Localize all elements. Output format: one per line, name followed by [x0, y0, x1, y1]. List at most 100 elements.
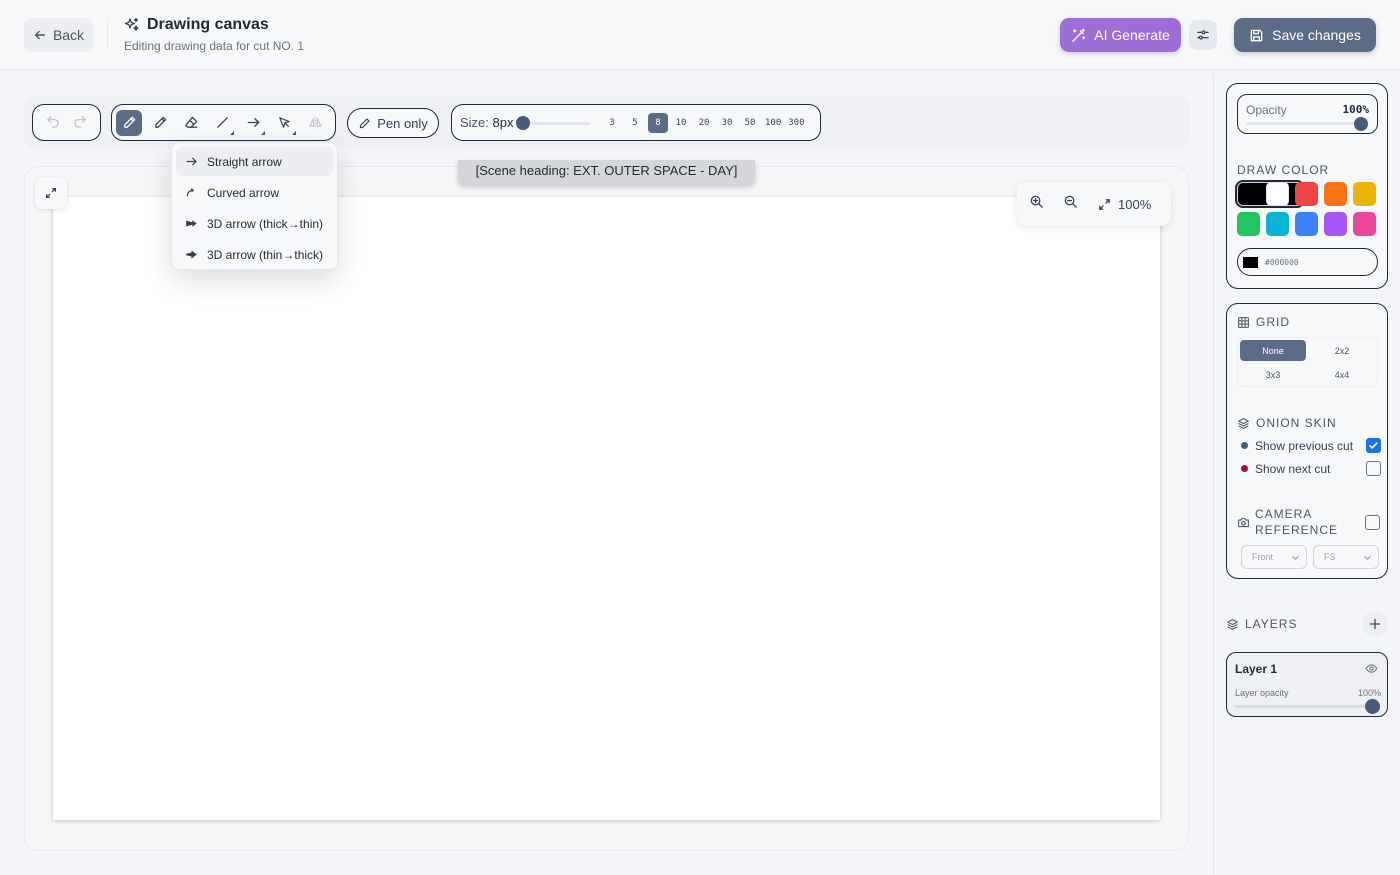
ai-generate-button[interactable]: AI Generate — [1060, 18, 1181, 52]
camera-reference-label: CAMERA REFERENCE — [1255, 507, 1339, 537]
opacity-control: Opacity 100% — [1237, 94, 1378, 134]
add-layer-button[interactable] — [1362, 611, 1388, 637]
lasso-select-tool[interactable] — [271, 110, 297, 136]
eraser-tool[interactable] — [178, 110, 204, 136]
undo-button[interactable] — [46, 113, 61, 133]
opacity-slider-track[interactable] — [1246, 122, 1368, 125]
pen-icon — [123, 116, 135, 128]
size-preset-3[interactable]: 3 — [602, 113, 622, 133]
flip-horizontal-icon — [308, 116, 322, 129]
color-preview — [1243, 256, 1258, 268]
save-changes-label: Save changes — [1272, 27, 1361, 43]
color-swatch[interactable] — [1324, 212, 1347, 236]
color-swatch[interactable] — [1266, 182, 1289, 206]
size-preset-50[interactable]: 50 — [740, 113, 760, 133]
pencil-icon — [154, 116, 166, 128]
hex-value: #000000 — [1265, 257, 1299, 267]
save-icon — [1250, 29, 1263, 41]
show-next-cut-row[interactable]: Show next cut — [1241, 461, 1381, 476]
show-next-cut-checkbox[interactable] — [1366, 461, 1381, 476]
color-swatch[interactable] — [1295, 182, 1318, 206]
back-button[interactable]: Back — [24, 18, 93, 52]
layer-item[interactable]: Layer 1 Layer opacity 100% — [1226, 652, 1388, 717]
eye-icon[interactable] — [1365, 662, 1378, 675]
onion-skin-header: ONION SKIN — [1237, 416, 1337, 430]
submenu-corner-icon — [261, 130, 265, 135]
brush-settings-panel: Opacity 100% DRAW COLOR #000000 — [1226, 83, 1388, 289]
color-swatch[interactable] — [1237, 212, 1260, 236]
size-slider-knob[interactable] — [516, 115, 530, 130]
size-preset-20[interactable]: 20 — [694, 113, 714, 133]
menu-item-label: Straight arrow — [207, 154, 282, 169]
zoom-in-button[interactable] — [1029, 194, 1044, 214]
camera-select-row: Front FS — [1241, 545, 1379, 569]
color-swatch[interactable] — [1353, 182, 1376, 206]
size-prefix: Size: — [460, 115, 489, 130]
size-slider[interactable] — [516, 115, 590, 130]
size-preset-8[interactable]: 8 — [648, 112, 668, 133]
grid-option-2x2[interactable]: 2x2 — [1309, 340, 1375, 361]
pen-icon — [360, 117, 370, 128]
expand-icon — [46, 188, 56, 198]
camera-angle-select[interactable]: Front — [1241, 545, 1307, 569]
pencil-tool[interactable] — [147, 110, 173, 136]
arrow-right-icon — [186, 157, 197, 166]
brush-size-group: Size: 8px 3 5 8 10 20 30 50 100 300 — [451, 104, 821, 141]
zoom-level: 100% — [1118, 196, 1152, 212]
canvas-options-panel: GRID None 2x2 3x3 4x4 ONION SKIN Show previ… — [1226, 303, 1388, 579]
hex-color-input[interactable]: #000000 — [1237, 248, 1378, 276]
menu-item-3d-arrow-thin-thick[interactable]: 3D arrow (thin→thick) — [176, 240, 333, 269]
sliders-icon — [1197, 30, 1209, 40]
color-swatch[interactable] — [1353, 212, 1376, 236]
fit-screen-icon — [1099, 198, 1110, 210]
grid-option-3x3[interactable]: 3x3 — [1240, 364, 1306, 385]
menu-item-curved-arrow[interactable]: Curved arrow — [176, 178, 333, 207]
flip-tool[interactable] — [302, 110, 328, 136]
zoom-reset-button[interactable]: 100% — [1097, 197, 1151, 212]
redo-button[interactable] — [72, 113, 87, 133]
layer-opacity-track[interactable] — [1235, 705, 1375, 708]
color-swatch[interactable] — [1295, 212, 1318, 236]
opacity-label: Opacity — [1246, 103, 1287, 117]
settings-button[interactable] — [1189, 20, 1217, 50]
sparkles-icon — [124, 17, 139, 32]
fullscreen-button[interactable] — [35, 177, 67, 209]
camera-reference-checkbox[interactable] — [1365, 514, 1380, 530]
menu-item-label: Curved arrow — [207, 185, 280, 200]
size-preset-100[interactable]: 100 — [763, 113, 783, 133]
grid-option-none[interactable]: None — [1240, 340, 1306, 361]
pen-tool[interactable] — [116, 109, 142, 136]
grid-icon — [1238, 316, 1249, 328]
select-cursor-icon — [278, 117, 290, 128]
color-swatch[interactable] — [1266, 212, 1289, 236]
grid-label: GRID — [1256, 315, 1290, 329]
show-next-cut-label: Show next cut — [1255, 461, 1331, 476]
size-preset-10[interactable]: 10 — [671, 113, 691, 133]
show-previous-cut-row[interactable]: Show previous cut — [1241, 438, 1381, 453]
camera-reference-row[interactable]: CAMERA REFERENCE — [1237, 506, 1380, 538]
size-preset-30[interactable]: 30 — [717, 113, 737, 133]
magic-wand-icon — [1072, 28, 1086, 42]
arrow-tool[interactable] — [240, 110, 266, 136]
opacity-slider-knob[interactable] — [1354, 117, 1368, 131]
layer-opacity-knob[interactable] — [1365, 699, 1380, 714]
size-preset-300[interactable]: 300 — [786, 113, 806, 133]
color-swatch[interactable] — [1324, 182, 1347, 206]
pen-only-toggle[interactable]: Pen only — [347, 108, 439, 138]
drawing-canvas[interactable] — [53, 197, 1160, 820]
zoom-out-button[interactable] — [1063, 194, 1078, 214]
grid-option-4x4[interactable]: 4x4 — [1309, 364, 1375, 385]
menu-item-straight-arrow[interactable]: Straight arrow — [176, 147, 333, 176]
plus-icon — [1369, 618, 1381, 630]
arrow-left-icon — [34, 30, 46, 40]
show-previous-cut-checkbox[interactable] — [1366, 438, 1381, 453]
scene-heading-banner: [Scene heading: EXT. OUTER SPACE - DAY] — [458, 160, 755, 184]
save-changes-button[interactable]: Save changes — [1234, 18, 1376, 52]
color-swatch-grid — [1235, 180, 1379, 236]
menu-item-3d-arrow-thick-thin[interactable]: 3D arrow (thick→thin) — [176, 209, 333, 238]
size-preset-5[interactable]: 5 — [625, 113, 645, 133]
camera-shot-select[interactable]: FS — [1313, 545, 1379, 569]
chevron-down-icon — [1292, 555, 1299, 560]
line-tool[interactable] — [209, 110, 235, 136]
toolbar: Pen only Size: 8px 3 5 8 10 20 30 50 100 300 — [24, 95, 1189, 149]
